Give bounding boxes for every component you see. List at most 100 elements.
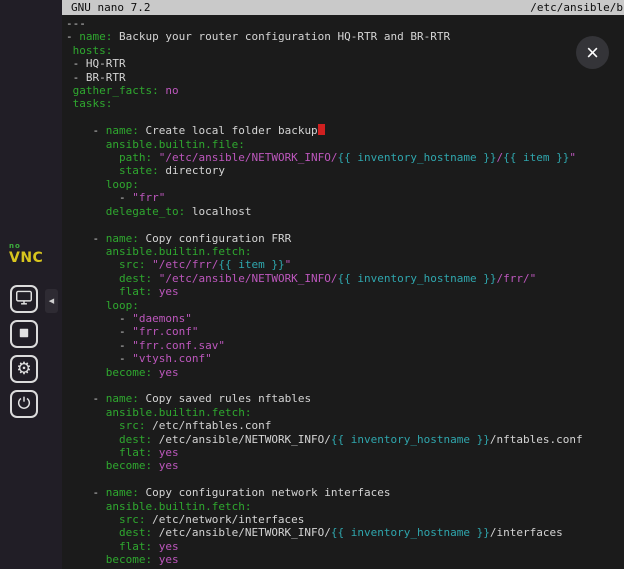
code-token [152, 272, 159, 285]
editor-line: tasks: [66, 97, 624, 110]
editor-line: - name: Backup your router configuration… [66, 30, 624, 43]
code-token: Copy configuration FRR [139, 232, 291, 245]
editor-line: flat: yes [66, 540, 624, 553]
code-token: {{ inventory_hostname }} [338, 151, 497, 164]
code-token: /etc/ansible/NETWORK_INFO/ [152, 433, 331, 446]
code-token: --- [66, 17, 86, 30]
editor-line [66, 379, 624, 392]
code-token: "/etc/frr/ [152, 258, 218, 271]
editor-line: become: yes [66, 459, 624, 472]
editor-line: src: /etc/nftables.conf [66, 419, 624, 432]
editor-line: loop: [66, 178, 624, 191]
editor-line: gather_facts: no [66, 84, 624, 97]
code-token [66, 285, 119, 298]
code-token: - [66, 232, 106, 245]
code-token: /etc/nftables.conf [145, 419, 271, 432]
code-token [66, 513, 119, 526]
nano-filepath: /etc/ansible/b [530, 0, 623, 15]
code-token: yes [159, 285, 179, 298]
code-token: directory [159, 164, 225, 177]
code-token [66, 500, 106, 513]
close-button[interactable]: × [576, 36, 609, 69]
code-token [66, 526, 119, 539]
code-token [66, 205, 106, 218]
code-token [66, 272, 119, 285]
power-button[interactable] [10, 390, 38, 418]
code-token [152, 459, 159, 472]
code-token [152, 151, 159, 164]
editor-line: delegate_to: localhost [66, 205, 624, 218]
code-token: "frr.conf" [132, 325, 198, 338]
code-token: no [165, 84, 178, 97]
gear-icon: ⚙ [16, 361, 31, 378]
code-token: become: [106, 366, 152, 379]
editor-content: ---- name: Backup your router configurat… [62, 15, 624, 567]
editor-line: - "daemons" [66, 312, 624, 325]
text-cursor [318, 124, 325, 135]
code-token [152, 540, 159, 553]
code-token: dest: [119, 433, 152, 446]
code-token: flat: [119, 285, 152, 298]
fullscreen-button[interactable] [10, 320, 38, 348]
code-token: {{ inventory_hostname }} [331, 433, 490, 446]
code-token: /nftables.conf [490, 433, 583, 446]
editor-line: dest: "/etc/ansible/NETWORK_INFO/{{ inve… [66, 272, 624, 285]
code-token: - [66, 191, 132, 204]
control-bar-handle[interactable]: ◀ [45, 289, 58, 313]
code-token: ansible.builtin.fetch: [106, 406, 252, 419]
code-token: hosts: [73, 44, 113, 57]
code-token: /interfaces [490, 526, 563, 539]
code-token: ansible.builtin.file: [106, 138, 245, 151]
chevron-left-icon: ◀ [49, 297, 54, 305]
settings-button[interactable]: ⚙ [10, 355, 38, 383]
nano-version: GNU nano 7.2 [71, 0, 150, 15]
code-token [66, 366, 106, 379]
code-token [152, 366, 159, 379]
code-token: Copy saved rules nftables [139, 392, 311, 405]
code-token: - [66, 339, 132, 352]
code-token: "frr.conf.sav" [132, 339, 225, 352]
editor-line: ansible.builtin.fetch: [66, 500, 624, 513]
code-token: yes [159, 553, 179, 566]
editor-line: src: "/etc/frr/{{ item }}" [66, 258, 624, 271]
code-token: {{ item }} [218, 258, 284, 271]
code-token: dest: [119, 526, 152, 539]
editor-line: state: directory [66, 164, 624, 177]
code-token: - [66, 30, 79, 43]
editor-line: - name: Copy configuration FRR [66, 232, 624, 245]
code-token [66, 258, 119, 271]
code-token: state: [119, 164, 159, 177]
code-token: Create local folder backup [139, 124, 318, 137]
code-token: - [66, 312, 132, 325]
control-bar-buttons: ⚙ [10, 285, 38, 418]
code-token: src: [119, 513, 146, 526]
editor-line: flat: yes [66, 285, 624, 298]
code-token [66, 84, 73, 97]
code-token: name: [79, 30, 112, 43]
code-token: gather_facts: [73, 84, 159, 97]
code-token: flat: [119, 446, 152, 459]
novnc-logo: no VNC [9, 243, 43, 265]
code-token: delegate_to: [106, 205, 185, 218]
code-token: localhost [185, 205, 251, 218]
code-token: {{ inventory_hostname }} [331, 526, 490, 539]
power-icon [16, 395, 32, 414]
close-icon: × [586, 42, 599, 64]
code-token: /etc/ansible/NETWORK_INFO/ [152, 526, 331, 539]
editor-line: ansible.builtin.file: [66, 138, 624, 151]
extra-keys-button[interactable] [10, 285, 38, 313]
code-token: tasks: [73, 97, 113, 110]
terminal[interactable]: GNU nano 7.2 /etc/ansible/b ---- name: B… [62, 0, 624, 569]
code-token [152, 446, 159, 459]
editor-line: hosts: [66, 44, 624, 57]
editor-line: loop: [66, 299, 624, 312]
novnc-logo-top: no [9, 243, 43, 250]
code-token [66, 446, 119, 459]
code-token: "/etc/ansible/NETWORK_INFO/ [159, 272, 338, 285]
vnc-control-bar: no VNC ⚙ [0, 0, 62, 569]
code-token: " [569, 151, 576, 164]
code-token: become: [106, 459, 152, 472]
editor-line: - name: Create local folder backup [66, 124, 624, 137]
code-token: loop: [106, 178, 139, 191]
code-token [66, 419, 119, 432]
